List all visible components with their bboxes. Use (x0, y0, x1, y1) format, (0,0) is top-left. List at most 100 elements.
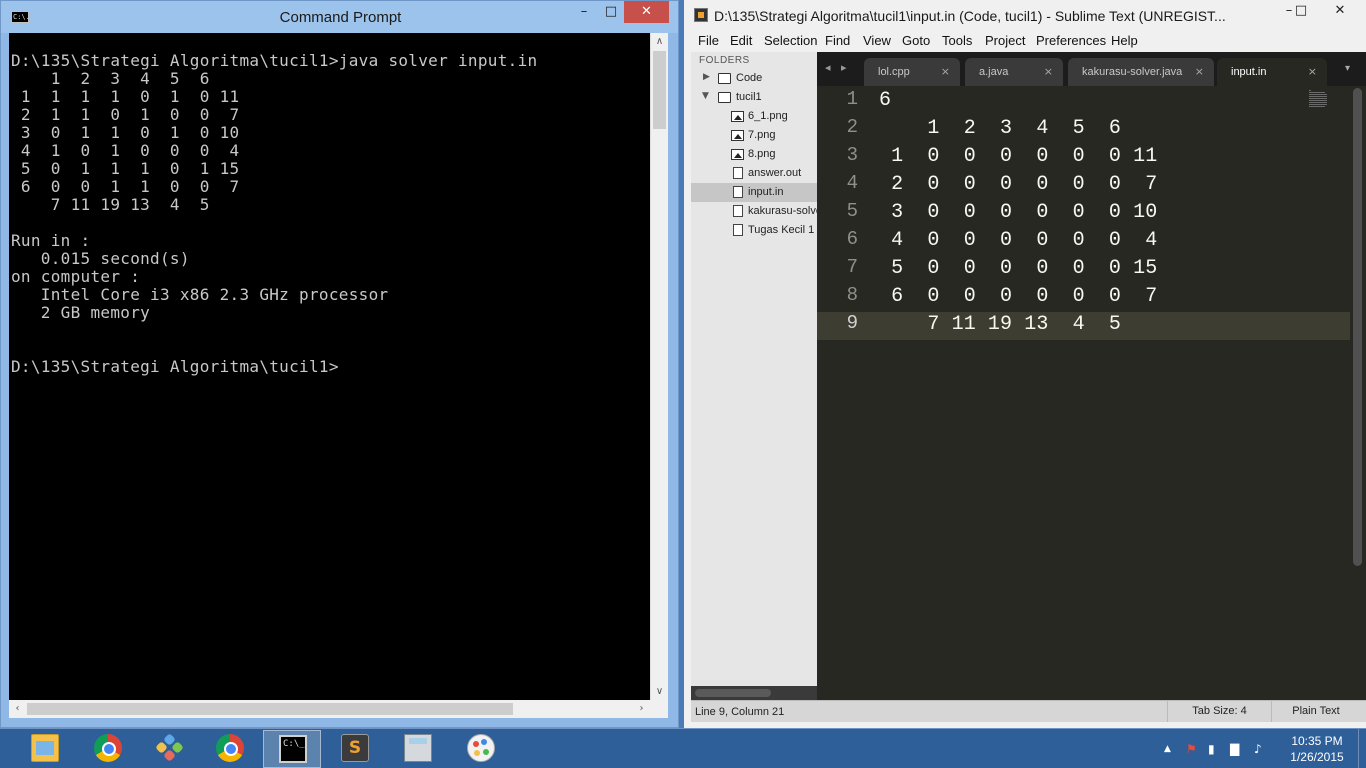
menu-project[interactable]: Project (985, 33, 1025, 48)
sidebar-item-label: input.in (748, 186, 784, 198)
tab-label: lol.cpp (878, 66, 910, 78)
taskbar-command-prompt[interactable]: C:\_ (263, 730, 321, 768)
sidebar: FOLDERS ▶ Code ▼ tucil1 6_1.png 7.png 8.… (691, 52, 817, 700)
tab-label: input.in (1231, 66, 1267, 78)
status-tab-size[interactable]: Tab Size: 4 (1167, 701, 1271, 722)
taskbar-paint[interactable] (452, 730, 510, 768)
cmd-vertical-scroll-thumb[interactable] (653, 51, 666, 129)
minimap-line (1309, 102, 1327, 103)
status-cursor-position: Line 9, Column 21 (695, 706, 785, 718)
status-syntax[interactable]: Plain Text (1271, 701, 1360, 722)
cmd-resize-corner[interactable] (650, 700, 668, 718)
action-center-flag-icon[interactable]: ⚑ (1186, 742, 1197, 756)
cmd-close-button[interactable]: ✕ (624, 1, 669, 23)
sublime-close-button[interactable]: ✕ (1320, 0, 1360, 22)
clock[interactable]: 10:35 PM 1/26/2015 (1284, 733, 1350, 765)
sidebar-file-input-in[interactable]: input.in (691, 183, 817, 202)
volume-icon[interactable]: ♪ (1254, 742, 1262, 756)
sublime-titlebar[interactable]: D:\135\Strategi Algoritma\tucil1\input.i… (684, 0, 1366, 30)
power-icon[interactable]: ▮ (1208, 742, 1215, 756)
code-line: 6 0 0 0 0 0 0 7 (879, 285, 1158, 308)
editor-scroll-thumb[interactable] (1353, 88, 1362, 566)
scroll-right-arrow-icon[interactable]: › (633, 700, 650, 717)
sublime-maximize-button[interactable]: □ (1288, 0, 1314, 22)
minimap-line (1309, 96, 1327, 97)
menu-help[interactable]: Help (1111, 33, 1138, 48)
cmd-vertical-scrollbar[interactable]: ∧ ∨ (650, 33, 668, 700)
line-number: 4 (846, 172, 858, 194)
sidebar-item-label: Tugas Kecil 1 (748, 224, 815, 236)
cmd-horizontal-scroll-thumb[interactable] (27, 703, 513, 715)
editor-vertical-scrollbar[interactable] (1350, 86, 1366, 700)
cmd-minimize-button[interactable]: – (571, 1, 597, 23)
folder-icon (718, 73, 731, 84)
sidebar-file-8-png[interactable]: 8.png (691, 145, 817, 164)
taskbar-file-explorer[interactable] (16, 730, 74, 768)
cmd-icon: C:\_ (279, 735, 307, 763)
menu-tools[interactable]: Tools (942, 33, 972, 48)
sidebar-item-label: 8.png (748, 148, 776, 160)
expanded-arrow-icon[interactable]: ▼ (702, 91, 709, 101)
editor-area[interactable]: ◂ ▸ lol.cpp × a.java × kakurasu-solver.j… (817, 52, 1366, 700)
tab-a-java[interactable]: a.java × (965, 58, 1063, 86)
status-bar: Line 9, Column 21 Tab Size: 4 Plain Text (691, 700, 1366, 722)
taskbar-game[interactable] (140, 730, 198, 768)
sidebar-folder-tucil1[interactable]: ▼ tucil1 (691, 88, 817, 107)
tab-input-in[interactable]: input.in × (1217, 58, 1327, 86)
tab-close-icon[interactable]: × (1044, 65, 1053, 78)
sidebar-folder-code[interactable]: ▶ Code (691, 69, 817, 88)
menu-selection[interactable]: Selection (764, 33, 817, 48)
tab-scroll-left-icon[interactable]: ◂ (825, 61, 831, 74)
line-number-gutter[interactable]: 1 2 3 4 5 6 7 8 9 (817, 86, 875, 700)
cmd-maximize-button[interactable]: □ (598, 1, 624, 23)
sidebar-horizontal-scrollbar[interactable] (691, 686, 817, 700)
code-line: 4 0 0 0 0 0 0 4 (879, 229, 1158, 252)
sublime-icon: S (341, 734, 369, 762)
cmd-titlebar[interactable]: C:\. Command Prompt – □ ✕ (1, 1, 678, 33)
menu-goto[interactable]: Goto (902, 33, 930, 48)
collapsed-arrow-icon[interactable]: ▶ (703, 72, 710, 82)
scroll-up-arrow-icon[interactable]: ∧ (651, 33, 668, 50)
taskbar-calculator[interactable] (389, 730, 447, 768)
code-line: 5 0 0 0 0 0 0 15 (879, 257, 1158, 280)
show-desktop-button[interactable] (1358, 729, 1366, 768)
taskbar-chrome-2[interactable] (201, 730, 259, 768)
sidebar-file-answer-out[interactable]: answer.out (691, 164, 817, 183)
tab-lol-cpp[interactable]: lol.cpp × (864, 58, 960, 86)
minimap[interactable] (1309, 90, 1329, 107)
tab-list-dropdown-icon[interactable]: ▾ (1345, 63, 1350, 74)
line-number: 8 (846, 284, 858, 306)
sublime-text-window[interactable]: D:\135\Strategi Algoritma\tucil1\input.i… (684, 0, 1366, 728)
show-hidden-icons-icon[interactable]: ▲ (1164, 744, 1171, 754)
cmd-horizontal-scrollbar[interactable]: ‹ › (9, 700, 650, 718)
menu-preferences[interactable]: Preferences (1036, 33, 1106, 48)
sublime-app-icon[interactable] (694, 8, 708, 22)
menu-find[interactable]: Find (825, 33, 850, 48)
sidebar-scroll-thumb[interactable] (695, 689, 771, 697)
sidebar-file-tugas-kecil-1[interactable]: Tugas Kecil 1 (691, 221, 817, 240)
menu-edit[interactable]: Edit (730, 33, 752, 48)
scroll-left-arrow-icon[interactable]: ‹ (9, 700, 26, 717)
sidebar-file-7-png[interactable]: 7.png (691, 126, 817, 145)
tab-label: kakurasu-solver.java (1082, 66, 1183, 78)
scroll-down-arrow-icon[interactable]: ∨ (651, 683, 668, 700)
tab-kakurasu-solver-java[interactable]: kakurasu-solver.java × (1068, 58, 1214, 86)
taskbar-chrome[interactable] (79, 730, 137, 768)
tab-close-icon[interactable]: × (1195, 65, 1204, 78)
network-icon[interactable]: ▇ (1230, 742, 1239, 756)
command-prompt-window[interactable]: C:\. Command Prompt – □ ✕ D:\135\Strateg… (0, 0, 679, 728)
cmd-console[interactable]: D:\135\Strategi Algoritma\tucil1>java so… (9, 33, 650, 700)
menu-file[interactable]: File (698, 33, 719, 48)
tab-close-icon[interactable]: × (941, 65, 950, 78)
tab-bar: ◂ ▸ lol.cpp × a.java × kakurasu-solver.j… (817, 52, 1366, 86)
taskbar-sublime-text[interactable]: S (326, 730, 384, 768)
minimap-line (1309, 90, 1311, 91)
sidebar-file-6_1-png[interactable]: 6_1.png (691, 107, 817, 126)
sidebar-file-kakurasu-solver-java[interactable]: kakurasu-solver.java (691, 202, 817, 221)
tab-close-icon[interactable]: × (1308, 65, 1317, 78)
menu-view[interactable]: View (863, 33, 891, 48)
code-line: 7 11 19 13 4 5 (879, 313, 1122, 336)
chrome-icon (216, 734, 244, 762)
sidebar-item-label: 7.png (748, 129, 776, 141)
tab-scroll-right-icon[interactable]: ▸ (841, 61, 847, 74)
